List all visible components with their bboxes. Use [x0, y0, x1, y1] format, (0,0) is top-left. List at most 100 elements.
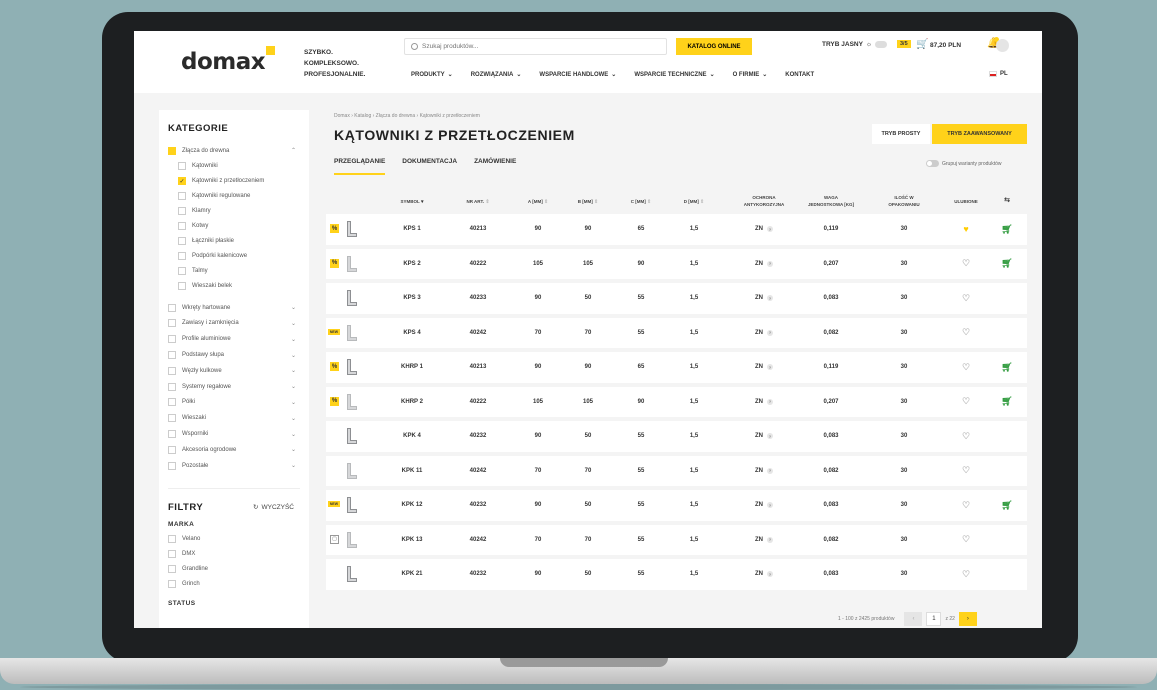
- brand-item[interactable]: Velano: [168, 532, 300, 547]
- subcategory-item[interactable]: Łączniki płaskie: [168, 234, 300, 249]
- brand-item[interactable]: Grandline: [168, 562, 300, 577]
- table-row[interactable]: KPK 11 40242 70 70 55 1,5 ZN? 0,082 30 ♡: [326, 455, 1027, 486]
- next-page-button[interactable]: ›: [958, 612, 977, 626]
- toggle-switch[interactable]: [874, 41, 887, 48]
- subcategory-item[interactable]: Podpórki kalenicowe: [168, 249, 300, 264]
- chevron-up-icon[interactable]: ⌃: [291, 147, 296, 154]
- category-item[interactable]: Wsporniki ⌄: [168, 426, 300, 442]
- checkbox[interactable]: ✓: [178, 177, 186, 186]
- add-to-cart-icon[interactable]: 🛒︎: [1001, 387, 1012, 418]
- logo[interactable]: domax: [181, 49, 266, 75]
- chevron-down-icon[interactable]: ⌄: [291, 399, 296, 406]
- info-icon[interactable]: ?: [767, 571, 773, 578]
- nav-tech-support[interactable]: WSPARCIE TECHNICZNE ⌄: [634, 71, 714, 79]
- checkbox[interactable]: [168, 351, 176, 360]
- product-thumbnail[interactable]: [344, 531, 358, 549]
- add-to-cart-icon[interactable]: 🛒︎: [1001, 490, 1012, 521]
- checkbox[interactable]: [168, 580, 176, 589]
- table-row[interactable]: ▢ KPK 13 40242 70 70 55 1,5 ZN? 0,082 30 ♡: [326, 524, 1027, 555]
- checkbox[interactable]: [178, 282, 186, 291]
- product-thumbnail[interactable]: [344, 393, 358, 411]
- checkbox[interactable]: [168, 366, 176, 375]
- product-thumbnail[interactable]: [344, 565, 358, 583]
- subcategory-item[interactable]: Kątowniki: [168, 159, 300, 174]
- category-item[interactable]: Wkręty hartowane ⌄: [168, 300, 300, 316]
- table-row[interactable]: % KPS 2 40222 105 105 90 1,5 ZN? 0,207 30 ♡ 🛒︎: [326, 248, 1027, 280]
- heart-icon[interactable]: ♡: [962, 559, 970, 590]
- chevron-down-icon[interactable]: ⌄: [291, 304, 296, 311]
- subcategory-item[interactable]: Kotwy: [168, 219, 300, 234]
- heart-icon[interactable]: ♡: [962, 352, 970, 383]
- product-thumbnail[interactable]: [344, 289, 358, 307]
- table-row[interactable]: NEW KPK 12 40232 90 50 55 1,5 ZN? 0,083 30 ♡ 🛒︎: [326, 490, 1027, 521]
- checkbox[interactable]: [178, 162, 186, 171]
- table-row[interactable]: % KHRP 1 40213 90 90 65 1,5 ZN? 0,119 30 ♡ 🛒︎: [326, 352, 1027, 383]
- chevron-down-icon[interactable]: ⌄: [291, 367, 296, 374]
- product-thumbnail[interactable]: [344, 358, 358, 376]
- column-header[interactable]: A [MM] ⇕: [528, 198, 548, 206]
- info-icon[interactable]: ?: [767, 226, 773, 233]
- checkbox[interactable]: [168, 535, 176, 544]
- product-thumbnail[interactable]: [344, 496, 358, 514]
- checkbox[interactable]: [178, 222, 186, 231]
- advanced-mode-button[interactable]: TRYB ZAAWANSOWANY: [932, 124, 1027, 144]
- language-switch[interactable]: PL: [989, 71, 1008, 77]
- product-thumbnail[interactable]: [344, 324, 358, 342]
- chevron-down-icon[interactable]: ⌄: [291, 352, 296, 359]
- prev-page-button[interactable]: ‹: [904, 612, 923, 626]
- info-icon[interactable]: ?: [767, 329, 773, 336]
- add-to-cart-icon[interactable]: 🛒︎: [1001, 214, 1012, 245]
- product-thumbnail[interactable]: [344, 427, 358, 445]
- info-icon[interactable]: ?: [767, 295, 773, 302]
- info-icon[interactable]: ?: [767, 536, 773, 543]
- column-header[interactable]: NR ART. ⇕: [466, 198, 489, 206]
- group-variants-toggle[interactable]: Grupuj warianty produktów: [926, 160, 1001, 167]
- chevron-down-icon[interactable]: ⌄: [291, 336, 296, 343]
- category-item[interactable]: Wieszaki ⌄: [168, 410, 300, 426]
- product-thumbnail[interactable]: [344, 255, 358, 273]
- heart-icon[interactable]: ♡: [962, 283, 970, 314]
- category-item[interactable]: Zawiasy i zamknięcia ⌄: [168, 316, 300, 332]
- heart-icon[interactable]: ♡: [962, 387, 970, 418]
- checkbox[interactable]: [168, 335, 176, 344]
- tab-order[interactable]: ZAMÓWIENIE: [474, 158, 516, 175]
- info-icon[interactable]: ?: [767, 260, 773, 267]
- table-row[interactable]: KPS 3 40233 90 50 55 1,5 ZN? 0,083 30 ♡: [326, 283, 1027, 314]
- nav-about[interactable]: O FIRMIE ⌄: [733, 71, 768, 79]
- subcategory-item[interactable]: Talmy: [168, 264, 300, 279]
- nav-contact[interactable]: KONTAKT: [785, 71, 814, 78]
- column-header[interactable]: D [MM] ⇕: [684, 198, 704, 206]
- checkbox[interactable]: [168, 461, 176, 470]
- toggle-switch[interactable]: [926, 160, 939, 167]
- checkbox[interactable]: [168, 445, 176, 454]
- table-row[interactable]: % KPS 1 40213 90 90 65 1,5 ZN? 0,119 30 ♥ 🛒︎: [326, 214, 1027, 245]
- column-header[interactable]: B [MM] ⇕: [578, 198, 598, 206]
- chevron-down-icon[interactable]: ⌄: [291, 446, 296, 453]
- subcategory-item[interactable]: Klamry: [168, 204, 300, 219]
- category-item[interactable]: Pozostałe ⌄: [168, 458, 300, 474]
- heart-icon[interactable]: ♡: [962, 249, 970, 280]
- column-header[interactable]: ULUBIONE: [954, 198, 978, 205]
- checkbox[interactable]: [168, 430, 176, 439]
- subcategory-item[interactable]: Wieszaki belek: [168, 279, 300, 294]
- category-item[interactable]: Akcesoria ogrodowe ⌄: [168, 442, 300, 458]
- info-icon[interactable]: ?: [767, 502, 773, 509]
- checkbox[interactable]: [168, 550, 176, 559]
- category-item[interactable]: Węzły kulkowe ⌄: [168, 363, 300, 379]
- checkbox[interactable]: [168, 146, 176, 155]
- add-to-cart-icon[interactable]: 🛒︎: [1001, 352, 1012, 383]
- info-icon[interactable]: ?: [767, 398, 773, 405]
- table-row[interactable]: KPK 4 40232 90 50 55 1,5 ZN? 0,083 30 ♡: [326, 421, 1027, 452]
- column-header[interactable]: WAGA JEDNOSTKOWA [KG]: [808, 194, 854, 208]
- brand-item[interactable]: DMX: [168, 547, 300, 562]
- current-page-input[interactable]: 1: [926, 612, 942, 626]
- nav-solutions[interactable]: ROZWIĄZANIA ⌄: [471, 71, 522, 79]
- subcategory-item[interactable]: ✓ Kątowniki z przetłoczeniem: [168, 174, 300, 189]
- product-thumbnail[interactable]: [344, 462, 358, 480]
- nav-products[interactable]: PRODUKTY ⌄: [411, 71, 453, 79]
- column-header[interactable]: ILOŚĆ W OPAKOWANIU: [888, 194, 919, 208]
- checkbox[interactable]: [168, 398, 176, 407]
- category-wood-connectors[interactable]: Złącza do drewna ⌃: [168, 143, 300, 159]
- checkbox[interactable]: [178, 237, 186, 246]
- clear-filters-button[interactable]: ↻ WYCZYŚĆ: [253, 503, 294, 512]
